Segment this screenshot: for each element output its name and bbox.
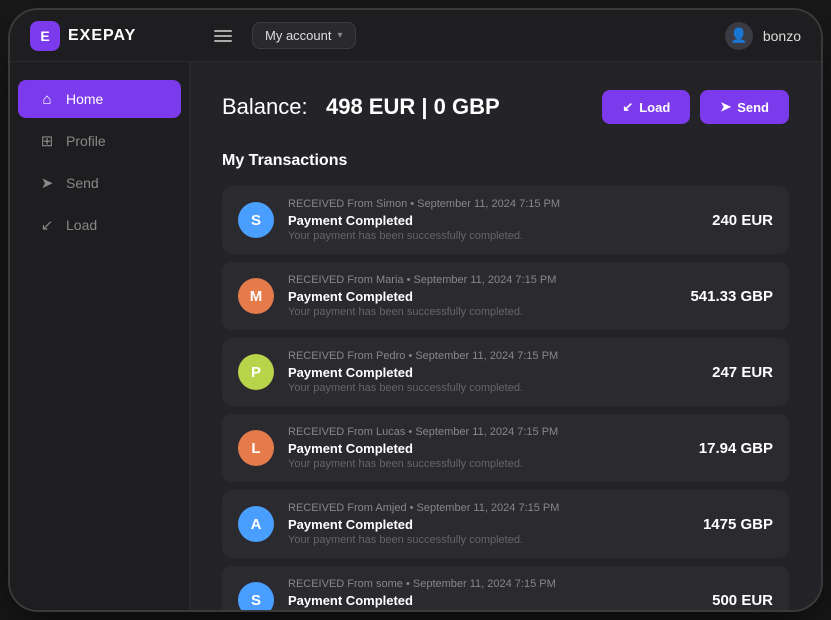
tx-desc: Your payment has been successfully compl… [288, 230, 698, 242]
device-frame: E EXEPAY My account ▾ 👤 bonzo [10, 10, 821, 610]
avatar: S [238, 202, 274, 238]
hamburger-button[interactable] [210, 26, 236, 46]
load-icon-btn: ↙ [622, 99, 633, 115]
tx-status: Payment Completed [288, 593, 698, 608]
tx-details: RECEIVED From Amjed • September 11, 2024… [288, 502, 689, 546]
transactions-title: My Transactions [222, 152, 789, 170]
tx-desc: Your payment has been successfully compl… [288, 534, 689, 546]
tx-status: Payment Completed [288, 441, 685, 456]
home-icon: ⌂ [38, 90, 56, 108]
tx-desc: Your payment has been successfully compl… [288, 458, 685, 470]
tx-amount: 1475 GBP [703, 516, 773, 533]
table-row: S RECEIVED From some • September 11, 202… [222, 566, 789, 610]
app-name: EXEPAY [68, 27, 136, 45]
table-row: L RECEIVED From Lucas • September 11, 20… [222, 414, 789, 482]
tx-from: RECEIVED From Simon • September 11, 2024… [288, 198, 698, 210]
balance-actions: ↙ Load ➤ Send [602, 90, 789, 124]
tx-amount: 240 EUR [712, 212, 773, 229]
balance-value: 498 EUR | 0 GBP [326, 94, 500, 119]
profile-icon: ⊞ [38, 132, 56, 150]
sidebar-item-label: Profile [66, 133, 106, 149]
sidebar: ⌂ Home ⊞ Profile ➤ Send ↙ Load [10, 62, 190, 610]
logo-icon: E [30, 21, 60, 51]
sidebar-item-label: Load [66, 217, 97, 233]
table-row: A RECEIVED From Amjed • September 11, 20… [222, 490, 789, 558]
tx-details: RECEIVED From Lucas • September 11, 2024… [288, 426, 685, 470]
user-avatar-nav: 👤 [725, 22, 753, 50]
send-button[interactable]: ➤ Send [700, 90, 789, 124]
table-row: P RECEIVED From Pedro • September 11, 20… [222, 338, 789, 406]
chevron-down-icon: ▾ [337, 30, 342, 41]
balance-row: Balance: 498 EUR | 0 GBP ↙ Load ➤ Send [222, 90, 789, 124]
transactions-list: S RECEIVED From Simon • September 11, 20… [222, 186, 789, 610]
tx-from: RECEIVED From Maria • September 11, 2024… [288, 274, 676, 286]
send-icon-btn: ➤ [720, 99, 731, 115]
sidebar-item-home[interactable]: ⌂ Home [18, 80, 181, 118]
user-name: bonzo [763, 28, 801, 44]
tx-desc: Your payment has been successfully compl… [288, 382, 698, 394]
tx-status: Payment Completed [288, 365, 698, 380]
tx-from: RECEIVED From Amjed • September 11, 2024… [288, 502, 689, 514]
send-icon: ➤ [38, 174, 56, 192]
tx-status: Payment Completed [288, 289, 676, 304]
balance-label: Balance: [222, 94, 308, 119]
tx-details: RECEIVED From some • September 11, 2024 … [288, 578, 698, 610]
tx-amount: 247 EUR [712, 364, 773, 381]
logo-area: E EXEPAY [30, 21, 210, 51]
avatar: A [238, 506, 274, 542]
tx-desc: Your payment has been successfully compl… [288, 306, 676, 318]
account-selector-label: My account [265, 28, 331, 43]
tx-details: RECEIVED From Maria • September 11, 2024… [288, 274, 676, 318]
load-icon: ↙ [38, 216, 56, 234]
sidebar-item-load[interactable]: ↙ Load [18, 206, 181, 244]
tx-amount: 17.94 GBP [699, 440, 773, 457]
tx-amount: 500 EUR [712, 592, 773, 609]
avatar: M [238, 278, 274, 314]
table-row: M RECEIVED From Maria • September 11, 20… [222, 262, 789, 330]
sidebar-item-label: Home [66, 91, 103, 107]
avatar: S [238, 582, 274, 610]
sidebar-item-profile[interactable]: ⊞ Profile [18, 122, 181, 160]
account-selector[interactable]: My account ▾ [252, 22, 356, 49]
sidebar-item-send[interactable]: ➤ Send [18, 164, 181, 202]
avatar: P [238, 354, 274, 390]
tx-details: RECEIVED From Simon • September 11, 2024… [288, 198, 698, 242]
tx-status: Payment Completed [288, 517, 689, 532]
load-button[interactable]: ↙ Load [602, 90, 690, 124]
tx-from: RECEIVED From Lucas • September 11, 2024… [288, 426, 685, 438]
tx-from: RECEIVED From some • September 11, 2024 … [288, 578, 698, 590]
main-layout: ⌂ Home ⊞ Profile ➤ Send ↙ Load [10, 62, 821, 610]
avatar: L [238, 430, 274, 466]
balance-display: Balance: 498 EUR | 0 GBP [222, 94, 500, 120]
nav-right: 👤 bonzo [725, 22, 801, 50]
tx-from: RECEIVED From Pedro • September 11, 2024… [288, 350, 698, 362]
tx-details: RECEIVED From Pedro • September 11, 2024… [288, 350, 698, 394]
tx-amount: 541.33 GBP [690, 288, 773, 305]
sidebar-item-label: Send [66, 175, 99, 191]
top-nav: E EXEPAY My account ▾ 👤 bonzo [10, 10, 821, 62]
tx-status: Payment Completed [288, 213, 698, 228]
nav-center: My account ▾ [210, 22, 725, 49]
table-row: S RECEIVED From Simon • September 11, 20… [222, 186, 789, 254]
app-wrapper: E EXEPAY My account ▾ 👤 bonzo [10, 10, 821, 610]
main-content: Balance: 498 EUR | 0 GBP ↙ Load ➤ Send [190, 62, 821, 610]
